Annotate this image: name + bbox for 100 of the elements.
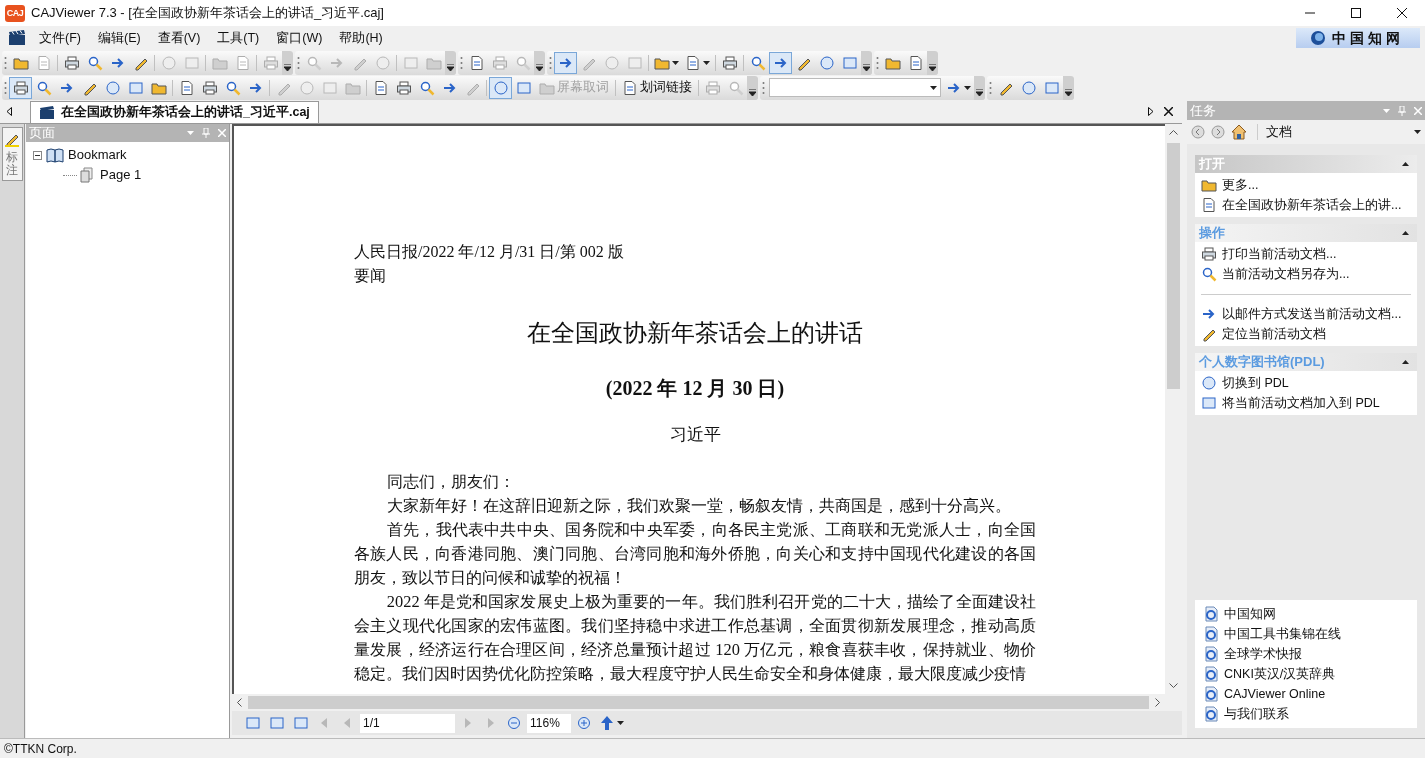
grip-icon <box>4 80 7 95</box>
toolbar-options-button[interactable] <box>445 50 456 75</box>
toolbar-options-button[interactable] <box>1063 75 1074 100</box>
task-link[interactable]: 当前活动文档另存为... <box>1195 264 1417 284</box>
grip-icon <box>460 55 463 70</box>
web-link[interactable]: 全球学术快报 <box>1195 644 1417 664</box>
zoom-field[interactable]: 116% <box>527 713 571 733</box>
paragraph: 首先，我代表中共中央、国务院和中央军委，向各民主党派、工商联和无党派人士，向全国各族人民，向香港同胞、澳门同胞、台湾同胞和海外侨胞，向关心和支持中国现代化建设的各国朋友，致以节日的问候和诚挚的祝福！ <box>354 519 1036 589</box>
chevron-icon <box>863 63 870 71</box>
menu-item[interactable]: 文件(F) <box>34 28 86 48</box>
circle-icon <box>492 79 509 96</box>
collapse-icon[interactable] <box>33 150 42 160</box>
task-link[interactable]: 打印当前活动文档... <box>1195 244 1417 264</box>
toolbar-button[interactable] <box>769 51 792 74</box>
task-link[interactable]: 切换到 PDL <box>1195 373 1417 393</box>
page-number-field[interactable]: 1/1 <box>360 713 455 733</box>
menu-item[interactable]: 帮助(H) <box>334 28 388 48</box>
chevron-icon <box>284 63 291 71</box>
circle-icon <box>818 54 835 71</box>
back-button[interactable] <box>1191 124 1207 140</box>
web-page-icon <box>1203 626 1219 642</box>
circle-icon <box>1201 375 1217 391</box>
toolbar-options-button[interactable] <box>974 75 985 100</box>
paragraph: 同志们，朋友们： <box>385 471 516 493</box>
square-icon <box>626 54 643 71</box>
home-button[interactable] <box>1231 123 1249 141</box>
web-page-icon <box>1203 686 1219 702</box>
menu-item[interactable]: 查看(V) <box>152 28 206 48</box>
section-title: 个人数字图书馆(PDL) <box>1199 353 1326 372</box>
caret-icon <box>1414 130 1421 134</box>
chevron-icon <box>749 88 756 96</box>
toolbar-options-button[interactable] <box>534 50 545 75</box>
toolbar-options-button[interactable] <box>861 50 872 75</box>
section-title: 操作 <box>1199 224 1226 243</box>
caret-icon <box>672 60 679 65</box>
page-icon <box>372 79 389 96</box>
scrollbar-thumb[interactable] <box>248 696 1149 709</box>
web-page-icon <box>1203 606 1219 622</box>
panel-title: 页面 <box>29 124 56 143</box>
magnifier-icon <box>727 79 744 96</box>
magnifier-icon <box>35 79 52 96</box>
web-link[interactable]: 中国工具书集锦在线 <box>1195 624 1417 644</box>
grip-icon <box>4 55 7 70</box>
window-title: CAJViewer 7.3 - [在全国政协新年茶话会上的讲话_习近平.caj] <box>31 4 384 23</box>
circle-icon <box>104 79 121 96</box>
square-icon <box>183 54 200 71</box>
app-icon: CAJ <box>5 4 25 22</box>
chevron-icon <box>447 63 454 71</box>
page-icon <box>685 54 701 71</box>
zoom-in-icon <box>578 717 590 729</box>
task-link[interactable]: 更多... <box>1195 175 1417 195</box>
menu-item[interactable]: 窗口(W) <box>271 28 328 48</box>
page-icon <box>234 54 251 71</box>
toolbar-options-button[interactable] <box>927 50 938 75</box>
pin-icon <box>202 128 210 138</box>
next-icon <box>464 718 472 728</box>
web-link[interactable]: CAJViewer Online <box>1195 684 1417 704</box>
toolbar-button[interactable] <box>489 76 512 99</box>
task-link[interactable]: 将当前活动文档加入到 PDL <box>1195 393 1417 413</box>
web-page-icon <box>1203 666 1219 682</box>
tree-item[interactable]: Bookmark <box>68 145 127 165</box>
forward-button[interactable] <box>1211 124 1227 140</box>
task-link[interactable]: 以邮件方式发送当前活动文档... <box>1195 304 1417 324</box>
web-link[interactable]: 与我们联系 <box>1195 704 1417 724</box>
toolbar-options-button[interactable] <box>747 75 758 100</box>
toolbar-button[interactable]: 划词链接 <box>618 76 696 99</box>
tree-item[interactable]: Page 1 <box>100 165 142 185</box>
caret-icon <box>617 721 624 725</box>
close-icon <box>1414 106 1422 115</box>
magnifier-icon <box>224 79 241 96</box>
menu-item[interactable]: 编辑(E) <box>92 28 146 48</box>
toolbar-options-button[interactable] <box>282 50 293 75</box>
scroll-down-icon <box>1169 683 1178 688</box>
task-link[interactable]: 在全国政协新年茶话会上的讲... <box>1195 195 1417 215</box>
web-link[interactable]: 中国知网 <box>1195 604 1417 624</box>
web-page-icon <box>1203 706 1219 722</box>
document-tab[interactable]: 在全国政协新年茶话会上的讲话_习近平.caj <box>30 101 319 123</box>
chevron-icon <box>976 88 983 96</box>
page-icon <box>35 54 52 71</box>
menu-item[interactable]: 工具(T) <box>212 28 265 48</box>
circle-icon <box>298 79 315 96</box>
chevron-icon <box>536 63 543 71</box>
task-link[interactable]: 定位当前活动文档 <box>1195 324 1417 344</box>
tab-label: 在全国政协新年茶话会上的讲话_习近平.caj <box>61 104 310 122</box>
square-icon <box>1201 395 1217 411</box>
dropdown-icon <box>187 131 194 135</box>
toolbar-button[interactable] <box>554 51 577 74</box>
close-icon <box>218 129 226 137</box>
side-tab[interactable]: 标注 <box>1 127 23 182</box>
printer-icon <box>491 54 508 71</box>
printer-icon <box>1201 246 1217 262</box>
zoom-out-icon <box>508 717 520 729</box>
printer-icon <box>721 54 738 71</box>
scrollbar-thumb[interactable] <box>1167 143 1180 389</box>
toolbar-button[interactable] <box>9 76 32 99</box>
previous-icon <box>343 718 351 728</box>
chevron-icon <box>1065 88 1072 96</box>
square-icon <box>321 79 338 96</box>
web-link[interactable]: CNKI英汉/汉英辞典 <box>1195 664 1417 684</box>
next-icon <box>487 718 495 728</box>
